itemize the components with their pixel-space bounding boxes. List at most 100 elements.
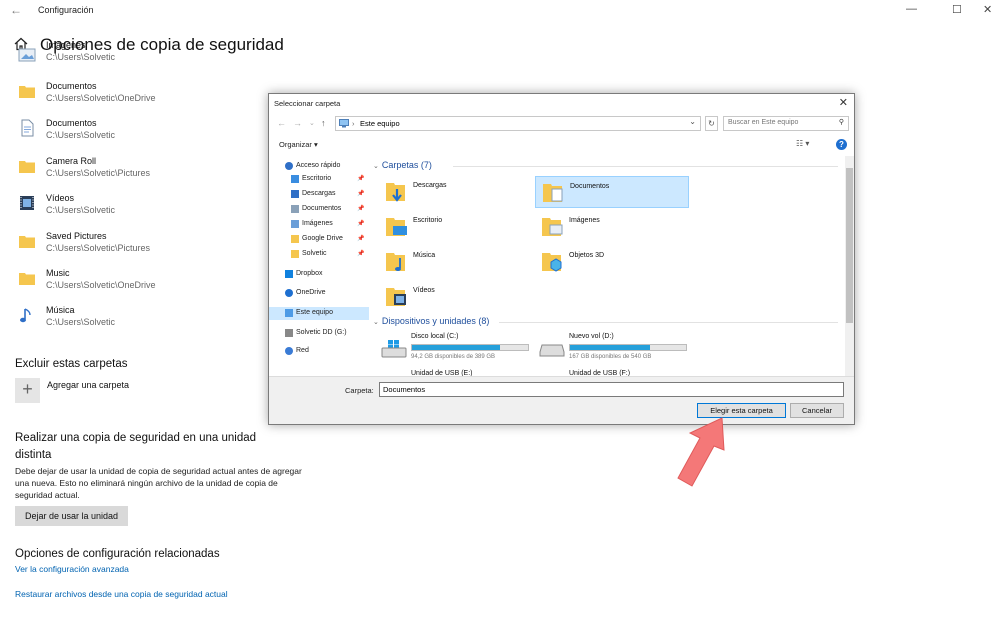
dialog-close-icon[interactable]: ✕	[839, 96, 848, 109]
drive-tile[interactable]: Nuevo vol (D:) 167 GB disponibles de 540 …	[539, 333, 689, 367]
nav-item[interactable]: Dropbox	[269, 268, 369, 281]
folder-path: C:\Users\Solvetic	[46, 52, 116, 62]
download-folder-icon	[386, 183, 405, 202]
drive-free-space: 167 GB disponibles de 540 GB	[569, 354, 652, 360]
nav-item[interactable]: Solvetic 📌	[269, 248, 369, 261]
document-folder-icon	[543, 184, 563, 202]
music-icon	[20, 308, 31, 323]
folder-item[interactable]: Documentos C:\Users\Solvetic	[18, 111, 258, 148]
nav-history-icon[interactable]: ⌄	[309, 119, 315, 127]
other-drive-description: Debe dejar de usar la unidad de copia de…	[15, 466, 302, 500]
drive-usage-bar	[411, 344, 529, 351]
view-options-icon[interactable]: ☷ ▾	[796, 139, 809, 148]
organize-menu[interactable]: Organizar ▾	[279, 140, 318, 149]
nav-item-label: Red	[296, 347, 309, 354]
search-input[interactable]: Buscar en Este equipo ⚲	[723, 116, 849, 131]
address-separator: ›	[352, 119, 355, 128]
drive-label: Disco local (C:)	[411, 333, 459, 340]
folder-name-field[interactable]: Documentos	[379, 382, 844, 397]
scrollbar[interactable]	[845, 156, 854, 376]
network-icon	[285, 347, 293, 355]
window-title: Configuración	[38, 5, 94, 15]
address-text: Este equipo	[360, 119, 400, 128]
group-divider	[453, 166, 838, 167]
drive-usage-fill	[412, 345, 501, 350]
dropbox-icon	[285, 270, 293, 278]
back-arrow-icon[interactable]: ←	[10, 3, 22, 17]
navigation-pane: Acceso rápido Escritorio 📌 Descargas 📌 Docume…	[269, 156, 369, 376]
nav-item[interactable]: Imágenes 📌	[269, 218, 369, 231]
nav-item[interactable]: Acceso rápido	[269, 160, 369, 173]
related-heading: Opciones de configuración relacionadas	[15, 548, 220, 560]
folder-item[interactable]: Saved Pictures C:\Users\Solvetic\Picture…	[18, 224, 258, 261]
nav-forward-icon[interactable]: →	[293, 118, 302, 128]
folder-tile[interactable]: Imágenes	[535, 211, 689, 243]
nav-item[interactable]: Google Drive 📌	[269, 233, 369, 246]
scrollbar-thumb[interactable]	[846, 168, 853, 323]
folder-tile[interactable]: Descargas	[379, 176, 533, 208]
folder-name: Imágenes	[46, 40, 86, 50]
nav-item[interactable]: OneDrive	[269, 287, 369, 300]
nav-up-icon[interactable]: ↑	[321, 118, 326, 128]
nav-item[interactable]: Solvetic DD (G:)	[269, 327, 369, 340]
nav-item[interactable]: Descargas 📌	[269, 188, 369, 201]
drive-free-space: 94,2 GB disponibles de 389 GB	[411, 354, 496, 360]
nav-back-icon[interactable]: ←	[277, 118, 286, 128]
folder-tile[interactable]: Vídeos	[379, 281, 533, 313]
nav-item-label: Google Drive	[302, 235, 343, 242]
folder-tile-label: Documentos	[570, 183, 610, 190]
restore-files-link[interactable]: Restaurar archivos desde una copia de se…	[15, 589, 228, 599]
computer-icon	[285, 309, 293, 317]
folder-name: Saved Pictures	[46, 230, 107, 241]
folder-item[interactable]: Música C:\Users\Solvetic	[18, 298, 258, 335]
file-list-pane: ⌄ Carpetas (7) Descargas Documentos Escrito…	[369, 156, 844, 376]
stop-using-drive-button[interactable]: Dejar de usar la unidad	[15, 506, 128, 526]
folder-path: C:\Users\Solvetic\Pictures	[46, 167, 151, 178]
folder-tile[interactable]: Objetos 3D	[535, 246, 689, 278]
folder-item[interactable]: Music C:\Users\Solvetic\OneDrive	[18, 261, 258, 298]
add-folder-label[interactable]: Agregar una carpeta	[47, 380, 129, 390]
exclude-heading: Excluir estas carpetas	[15, 358, 128, 370]
cancel-button[interactable]: Cancelar	[790, 403, 844, 418]
folder-tile[interactable]: Música	[379, 246, 533, 278]
folders-group-label: Carpetas (7)	[381, 160, 432, 170]
folder-path: C:\Users\Solvetic\OneDrive	[46, 279, 156, 290]
refresh-icon[interactable]: ↻	[705, 116, 718, 131]
nav-item[interactable]: Documentos 📌	[269, 203, 369, 216]
add-folder-button[interactable]: +	[15, 378, 40, 403]
document-icon	[291, 205, 299, 213]
folder-item[interactable]: Documentos C:\Users\Solvetic\OneDrive	[18, 74, 258, 111]
folders-group-header[interactable]: ⌄ Carpetas (7)	[373, 160, 432, 170]
address-bar[interactable]: › Este equipo ⌄	[335, 116, 701, 131]
select-folder-dialog: Seleccionar carpeta ✕ ← → ⌄ ↑ › Este equ…	[268, 93, 855, 425]
search-placeholder: Buscar en Este equipo	[728, 119, 799, 126]
nav-item[interactable]: Este equipo	[269, 307, 369, 320]
folder-icon	[19, 160, 35, 173]
backup-folder-list: Imágenes C:\Users\Solvetic Documentos C:…	[18, 40, 258, 336]
folder-tile-label: Objetos 3D	[569, 252, 605, 259]
images-icon	[291, 220, 299, 228]
group-divider	[499, 322, 838, 323]
close-icon[interactable]: ✕	[983, 3, 992, 16]
nav-item[interactable]: Red	[269, 345, 369, 358]
folder-name: Documentos	[46, 81, 97, 91]
folder-icon	[291, 250, 299, 258]
folder-tile[interactable]: Escritorio	[379, 211, 533, 243]
maximize-icon[interactable]: ☐	[952, 3, 962, 16]
minimize-icon[interactable]: —	[906, 3, 917, 15]
folder-item[interactable]: Imágenes C:\Users\Solvetic	[18, 36, 258, 74]
folder-icon	[291, 235, 299, 243]
folder-tile[interactable]: Documentos	[535, 176, 689, 208]
folder-item[interactable]: Vídeos C:\Users\Solvetic	[18, 186, 258, 223]
advanced-settings-link[interactable]: Ver la configuración avanzada	[15, 564, 129, 574]
pointer-arrow-icon	[677, 417, 725, 487]
help-icon[interactable]: ?	[836, 139, 847, 150]
drives-group-header[interactable]: ⌄ Dispositivos y unidades (8)	[373, 316, 489, 326]
download-icon	[291, 190, 299, 198]
drive-tile[interactable]: Disco local (C:) 94,2 GB disponibles de 3…	[381, 333, 531, 367]
address-dropdown-icon[interactable]: ⌄	[689, 117, 696, 126]
folder-path: C:\Users\Solvetic	[46, 317, 116, 328]
nav-item[interactable]: Escritorio 📌	[269, 173, 369, 186]
folder-item[interactable]: Camera Roll C:\Users\Solvetic\Pictures	[18, 149, 258, 186]
nav-item-label: Documentos	[302, 205, 342, 212]
